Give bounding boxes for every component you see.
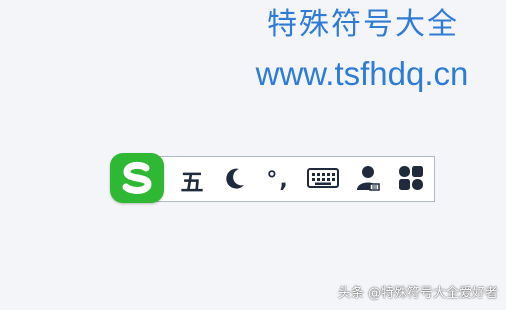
toolbox-button[interactable] — [396, 165, 426, 195]
site-title: 特殊符号大全 — [267, 7, 459, 42]
input-mode-button[interactable]: 五 — [172, 165, 212, 196]
half-width-toggle[interactable] — [220, 165, 250, 195]
account-button[interactable] — [356, 165, 382, 195]
sogou-logo-icon[interactable] — [110, 153, 164, 203]
user-icon — [357, 165, 381, 195]
moon-icon — [223, 166, 247, 194]
punctuation-toggle[interactable]: °, — [260, 165, 296, 195]
watermark: 头条 @特殊符号大全爱好者 — [337, 286, 498, 301]
site-url: www.tsfhdq.cn — [255, 55, 469, 92]
grid-icon — [398, 165, 424, 195]
soft-keyboard-button[interactable] — [305, 165, 341, 195]
keyboard-icon — [307, 167, 339, 193]
